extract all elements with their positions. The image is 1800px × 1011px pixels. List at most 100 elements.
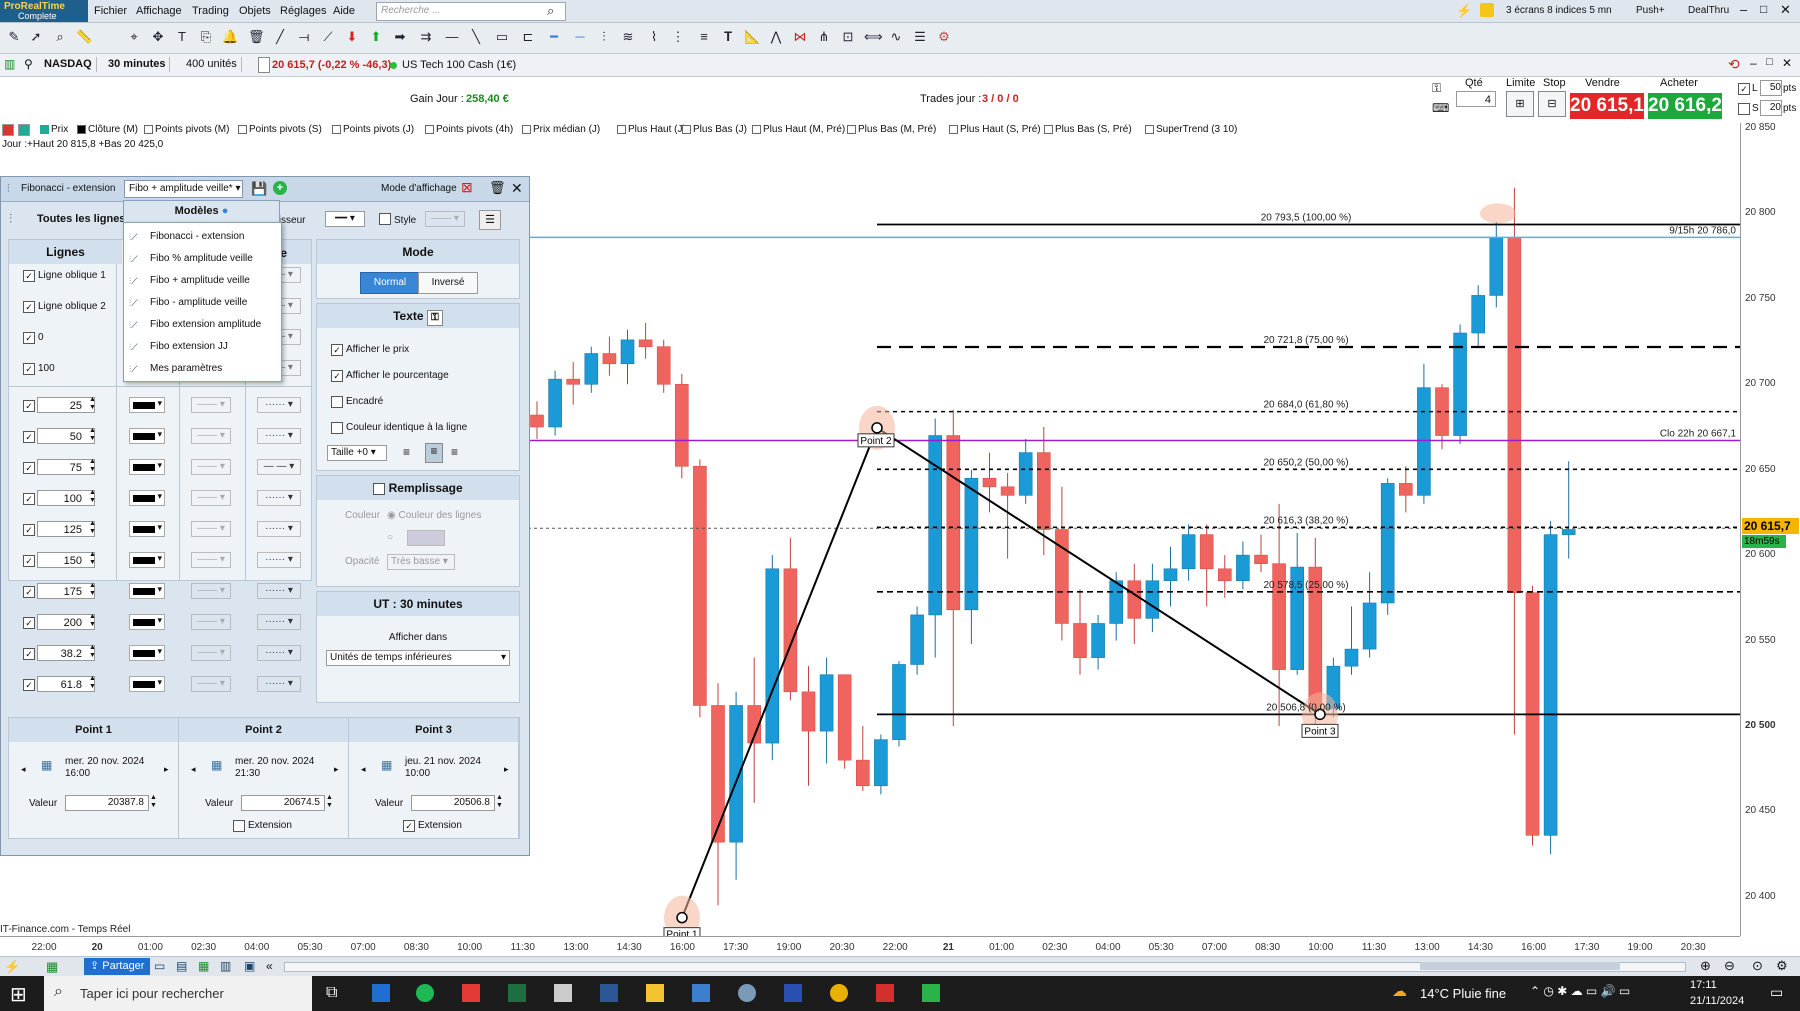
- short-checkbox[interactable]: [1738, 103, 1750, 116]
- fill-color-picker[interactable]: [407, 530, 445, 546]
- check-row-checkbox[interactable]: ✓: [23, 332, 35, 345]
- files-icon[interactable]: [554, 984, 572, 1002]
- period-icon[interactable]: ⟺: [864, 29, 883, 45]
- minimize-icon[interactable]: –: [1740, 2, 1747, 17]
- level-style-select[interactable]: ······ ▾: [257, 676, 301, 692]
- chart-close-icon[interactable]: ✕: [1782, 56, 1792, 70]
- text-size-select[interactable]: Taille +0 ▾: [327, 445, 387, 461]
- move-icon[interactable]: ✥: [150, 29, 166, 45]
- screens-status[interactable]: 3 écrans 8 indices 5 mn: [1506, 5, 1612, 16]
- zoom-in-icon[interactable]: ⊕: [1700, 958, 1711, 974]
- info-icon[interactable]: [258, 57, 270, 73]
- zoom-fit-icon[interactable]: ⊙: [1752, 958, 1763, 974]
- point-spin-icon[interactable]: ▲ ▼: [496, 794, 503, 810]
- zoom-icon[interactable]: ⌕: [52, 29, 68, 45]
- level-thickness-select[interactable]: —— ▾: [191, 645, 231, 661]
- level-spin-icon[interactable]: ▲ ▼: [89, 644, 96, 660]
- alert-icon[interactable]: [1480, 3, 1494, 17]
- level-checkbox[interactable]: ✓: [23, 400, 35, 413]
- level-thickness-select[interactable]: —— ▾: [191, 521, 231, 537]
- level-color-picker[interactable]: ▾: [129, 428, 165, 444]
- indicator-chip[interactable]: Plus Bas (M, Pré): [845, 123, 938, 137]
- chart-type-icon[interactable]: ▥: [4, 57, 15, 71]
- level-spin-icon[interactable]: ▲ ▼: [89, 458, 96, 474]
- model-item[interactable]: ⫶⟋ Fibonacci - extension: [124, 227, 281, 247]
- level-style-select[interactable]: ······ ▾: [257, 428, 301, 444]
- notification-icon[interactable]: ▭: [1770, 984, 1783, 1001]
- calendar-picker-icon[interactable]: ▦: [381, 758, 392, 772]
- level-style-select[interactable]: ······ ▾: [257, 490, 301, 506]
- level-checkbox[interactable]: ✓: [23, 524, 35, 537]
- right-arrow-icon[interactable]: ➡: [392, 29, 408, 45]
- level-style-select[interactable]: ······ ▾: [257, 552, 301, 568]
- level-thickness-select[interactable]: —— ▾: [191, 552, 231, 568]
- menu-aide[interactable]: Aide: [333, 5, 355, 17]
- down-arrow-icon[interactable]: ⬇: [344, 29, 360, 45]
- level-checkbox[interactable]: ✓: [23, 493, 35, 506]
- level-thickness-select[interactable]: —— ▾: [191, 397, 231, 413]
- level-color-picker[interactable]: ▾: [129, 490, 165, 506]
- level-spin-icon[interactable]: ▲ ▼: [89, 551, 96, 567]
- app-icon-gear[interactable]: [738, 984, 756, 1002]
- label-icon[interactable]: 𝐓: [720, 29, 736, 45]
- point-value-input[interactable]: 20674.5: [241, 795, 325, 811]
- level-value-input[interactable]: 75: [37, 459, 95, 475]
- list-icon[interactable]: ☰: [912, 29, 928, 45]
- level-checkbox[interactable]: ✓: [23, 679, 35, 692]
- taskbar-search[interactable]: ⌕ Taper ici pour rechercher: [44, 976, 312, 1011]
- qty-input[interactable]: 4: [1456, 91, 1496, 107]
- panel-close-icon[interactable]: ✕: [511, 180, 523, 197]
- text-settings-icon[interactable]: ⚿: [426, 310, 443, 326]
- indicator-chip[interactable]: Clôture (M): [75, 123, 140, 137]
- custom-color-radio[interactable]: ○: [387, 532, 393, 543]
- long-pts-input[interactable]: 50: [1760, 80, 1782, 96]
- next-date-icon[interactable]: ▸: [164, 764, 169, 775]
- layout-icon[interactable]: ▦: [46, 959, 58, 975]
- level-value-input[interactable]: 175: [37, 583, 95, 599]
- search-input[interactable]: Recherche ... ⌕: [376, 2, 566, 21]
- explorer-icon[interactable]: [646, 984, 664, 1002]
- level-style-select[interactable]: ······ ▾: [257, 521, 301, 537]
- ruler-icon[interactable]: 📏: [76, 29, 92, 45]
- table-icon[interactable]: ▤: [176, 959, 187, 973]
- diagonal-icon[interactable]: ╲: [468, 29, 484, 45]
- indicator-chip[interactable]: Prix médian (J): [520, 123, 602, 137]
- line-colors-radio[interactable]: ◉ Couleur des lignes: [387, 510, 481, 521]
- point-spin-icon[interactable]: ▲ ▼: [150, 794, 157, 810]
- limit-button[interactable]: ⊞: [1506, 91, 1534, 117]
- crosshair-icon[interactable]: ⌖: [126, 29, 142, 45]
- model-item[interactable]: ⫶⟋ Fibo extension amplitude: [124, 315, 281, 335]
- level-color-picker[interactable]: ▾: [129, 552, 165, 568]
- spotify-icon[interactable]: [416, 984, 434, 1002]
- check-row-checkbox[interactable]: ✓: [23, 301, 35, 314]
- short-pts-input[interactable]: 20: [1760, 100, 1782, 116]
- menu-reglages[interactable]: Réglages: [280, 5, 326, 17]
- point-value-input[interactable]: 20506.8: [411, 795, 495, 811]
- dealthru-button[interactable]: DealThru: [1688, 5, 1729, 16]
- prev-date-icon[interactable]: ◂: [361, 764, 366, 775]
- chart-settings-icon[interactable]: ⚙: [1776, 958, 1788, 974]
- menu-trading[interactable]: Trading: [192, 5, 229, 17]
- indicator-chip[interactable]: Prix: [38, 123, 70, 137]
- level-color-picker[interactable]: ▾: [129, 676, 165, 692]
- level-thickness-select[interactable]: —— ▾: [191, 583, 231, 599]
- wave-icon[interactable]: ∿: [888, 29, 904, 45]
- level-style-select[interactable]: — — ▾: [257, 459, 301, 475]
- link-icon[interactable]: ⚲: [24, 57, 33, 71]
- check-row-checkbox[interactable]: ✓: [23, 270, 35, 283]
- bell-icon[interactable]: 🔔: [222, 29, 238, 45]
- trendline-icon[interactable]: ⟋: [320, 29, 336, 45]
- copy-icon[interactable]: ⎘: [198, 29, 214, 45]
- push-button[interactable]: Push+: [1636, 5, 1665, 16]
- level-thickness-select[interactable]: —— ▾: [191, 676, 231, 692]
- mode-normal-button[interactable]: Normal: [360, 272, 420, 294]
- calendar-picker-icon[interactable]: ▦: [41, 758, 52, 772]
- share-button[interactable]: ⇪ Partager: [84, 958, 151, 975]
- show-in-select[interactable]: Unités de temps inférieures ▾: [326, 650, 510, 666]
- level-value-input[interactable]: 61.8: [37, 676, 95, 692]
- mode-inverse-button[interactable]: Inversé: [418, 272, 478, 294]
- extension-checkbox[interactable]: [233, 820, 245, 833]
- level-thickness-select[interactable]: —— ▾: [191, 459, 231, 475]
- level-checkbox[interactable]: ✓: [23, 586, 35, 599]
- point-spin-icon[interactable]: ▲ ▼: [326, 794, 333, 810]
